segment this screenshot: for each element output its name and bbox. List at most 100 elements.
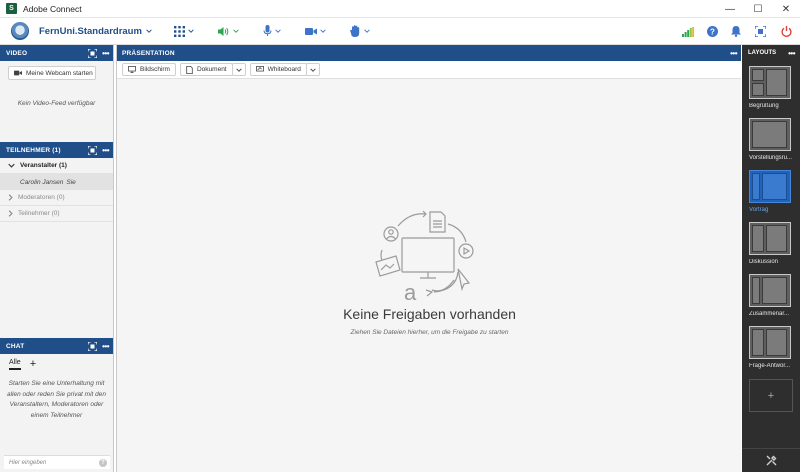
no-video-feed-text: Kein Video-Feed verfügbar [17,100,96,107]
pod-options-icon[interactable]: ••• [102,146,109,155]
layouts-panel: LAYOUTS ••• Begrüßung Vorstellungsru... … [742,45,800,472]
camera-icon [304,27,317,35]
share-whiteboard-button[interactable]: Whiteboard [249,63,307,76]
close-button[interactable]: ✕ [772,0,800,18]
layout-item-zusammenarbeit[interactable]: Zusammenar... [749,274,794,317]
presentation-pod: PRÄSENTATION ••• Bildschirm Dokument Whi… [116,45,741,472]
layout-item-diskussion[interactable]: Diskussion [749,222,794,265]
screen-icon [128,66,136,73]
chevron-down-icon [235,67,242,72]
layout-item-vorstellungsrunde[interactable]: Vorstellungsru... [749,118,794,161]
presentation-pod-title: PRÄSENTATION [122,49,175,57]
raise-hand-button[interactable] [350,25,370,37]
notifications-button[interactable] [724,26,748,37]
start-webcam-button[interactable]: Meine Webcam starten [8,66,96,80]
toolbar-right-group: ? [676,18,800,45]
share-document-dropdown[interactable] [231,63,246,76]
share-whiteboard-label: Whiteboard [267,66,301,73]
power-icon [780,26,792,37]
svg-text:?: ? [710,27,715,36]
speaker-button[interactable] [217,26,239,37]
share-toolbar: Bildschirm Dokument Whiteboard [117,61,741,79]
chevron-down-icon [310,67,316,72]
app-icon: S [6,3,17,14]
attendee-group-label: Veranstalter (1) [20,162,67,169]
microphone-button[interactable] [263,25,281,37]
chat-message-input[interactable]: Hier eingeben ? [4,455,110,469]
chat-empty-hint: Starten Sie eine Unterhaltung mit allen … [6,380,106,419]
attendee-pod-header: TEILNEHMER (1) ••• [0,142,113,158]
maximize-button[interactable]: ☐ [744,0,772,18]
attendee-group-presenters[interactable]: Moderatoren (0) [0,190,113,206]
whiteboard-icon [255,66,264,72]
layouts-footer [742,448,800,472]
layout-item-begruessung[interactable]: Begrüßung [749,66,794,109]
microphone-icon [263,25,272,36]
raise-hand-icon [350,25,360,37]
maximize-pod-icon[interactable] [88,145,98,155]
share-screen-button[interactable]: Bildschirm [122,63,176,76]
layout-thumbnail [749,66,791,99]
minimize-button[interactable]: — [716,0,744,18]
attendee-pod-title: TEILNEHMER (1) [6,146,61,154]
pod-options-icon[interactable]: ••• [730,49,737,58]
empty-share-subtitle: Ziehen Sie Dateien hierher, um die Freig… [350,329,509,336]
grid-icon [173,25,185,37]
connection-status-button[interactable] [676,26,700,37]
fullscreen-icon [754,26,766,37]
video-pod: VIDEO ••• Meine Webcam starten Kein Vide… [0,45,113,107]
window-titlebar: S Adobe Connect — ☐ ✕ [0,0,800,18]
add-chat-tab-button[interactable]: + [30,358,36,370]
chat-pod-header: CHAT ••• [0,338,113,354]
left-pod-column: VIDEO ••• Meine Webcam starten Kein Vide… [0,45,114,472]
notification-bell-icon [731,26,741,37]
attendee-pod: TEILNEHMER (1) ••• Veranstalter (1) Caro… [0,142,113,222]
attendee-group-label: Moderatoren (0) [18,194,65,201]
leave-meeting-button[interactable] [772,26,800,37]
svg-text:a: a [404,280,417,305]
layout-label: Begrüßung [749,103,779,109]
attendee-row[interactable]: Carolin Jansen Sie [0,174,113,190]
empty-share-title: Keine Freigaben vorhanden [343,306,516,322]
fullscreen-button[interactable] [748,26,772,37]
chevron-down-icon [233,29,239,33]
layout-label: Diskussion [749,259,779,265]
chevron-down-icon [8,163,15,168]
help-button[interactable]: ? [700,26,724,37]
share-document-button[interactable]: Dokument [179,63,233,76]
speaker-icon [217,26,229,36]
pod-options-icon[interactable]: ••• [102,342,109,351]
layout-label: Zusammenar... [749,311,790,317]
chevron-down-icon [146,29,152,33]
chat-input-placeholder: Hier eingeben [9,459,47,466]
attendee-group-participants[interactable]: Teilnehmer (0) [0,206,113,222]
maximize-pod-icon[interactable] [88,48,98,58]
app-toolbar: FernUni.Standardraum ? [0,18,800,45]
chevron-down-icon [188,29,194,33]
tools-icon[interactable] [766,455,777,466]
chevron-down-icon [275,29,281,33]
presentation-pod-header: PRÄSENTATION ••• [117,45,741,61]
room-name: FernUni.Standardraum [39,25,142,37]
maximize-pod-icon[interactable] [88,341,98,351]
video-pod-header: VIDEO ••• [0,45,113,61]
room-menu-button[interactable]: FernUni.Standardraum [39,26,152,37]
layout-thumbnail [749,222,791,255]
pod-options-icon[interactable]: ••• [102,49,109,58]
apps-menu-button[interactable] [173,25,194,37]
chat-tab-all[interactable]: Alle [9,359,21,370]
attendee-self-tag: Sie [66,178,76,186]
layouts-options-icon[interactable]: ••• [788,49,795,58]
attendee-name: Carolin Jansen [20,178,64,186]
chat-help-icon[interactable]: ? [99,459,107,467]
share-whiteboard-dropdown[interactable] [305,63,320,76]
start-webcam-label: Meine Webcam starten [26,69,93,77]
attendee-group-hosts[interactable]: Veranstalter (1) [0,158,113,174]
layout-item-frage-antwort[interactable]: Frage-Antwor... [749,326,794,369]
layout-thumbnail [749,118,791,151]
add-layout-button[interactable]: + [749,379,793,412]
layout-thumbnail [749,274,791,307]
layout-thumbnail [749,170,791,203]
layout-item-vortrag[interactable]: Vortrag [749,170,794,213]
camera-button[interactable] [304,27,326,36]
